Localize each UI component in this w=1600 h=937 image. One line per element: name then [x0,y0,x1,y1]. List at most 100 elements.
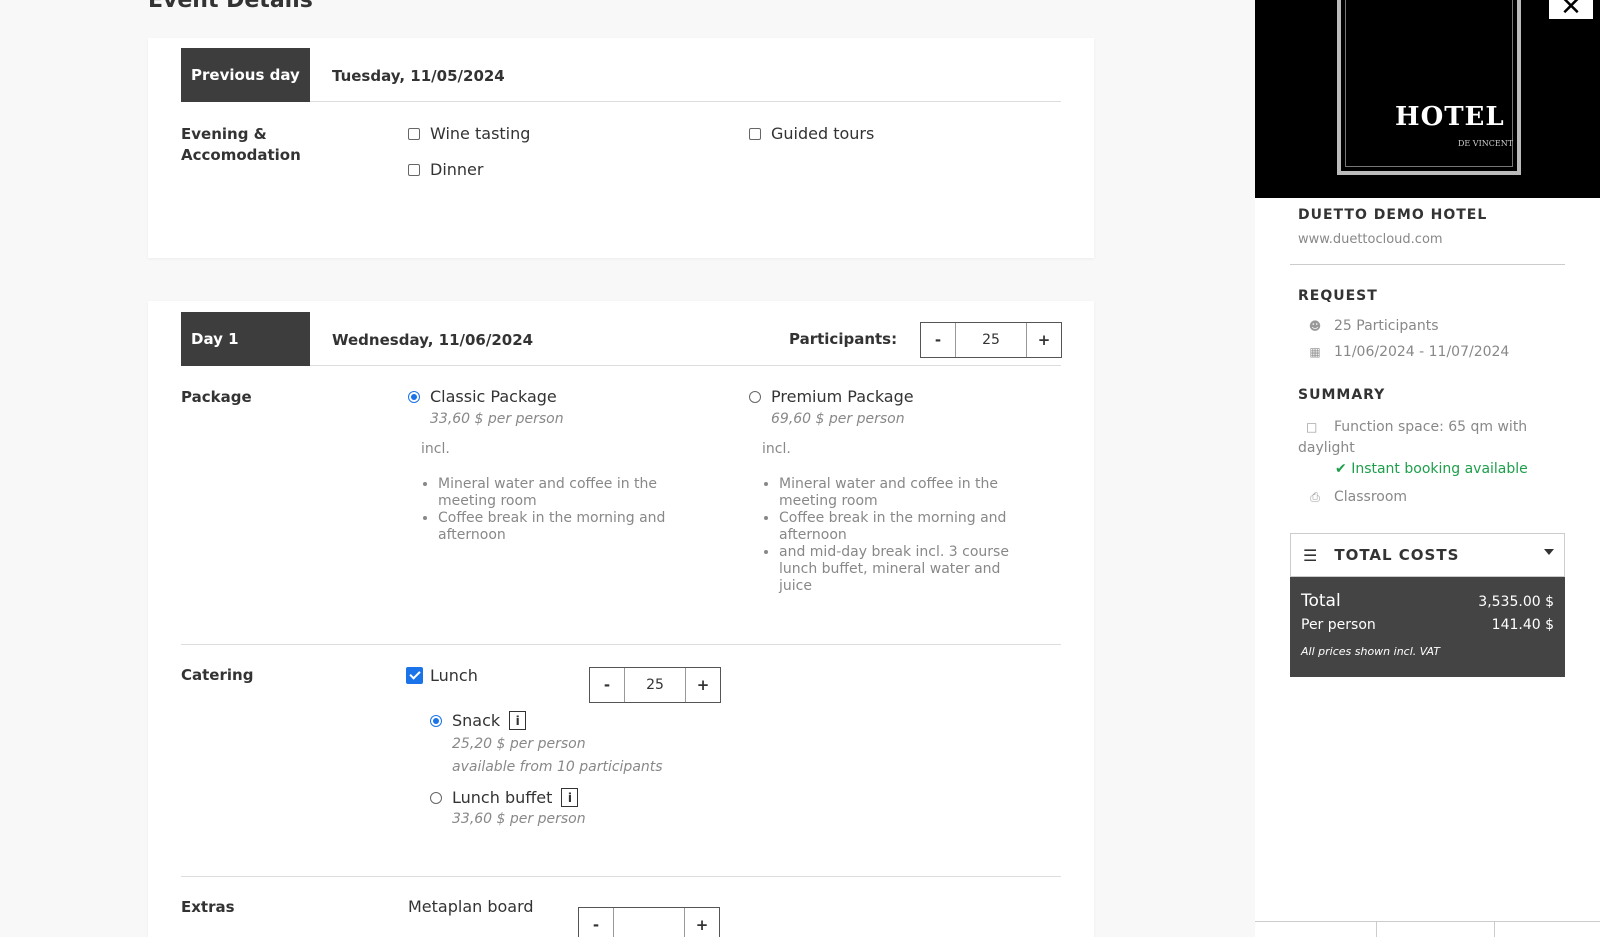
classic-package-items: Mineral water and coffee in the meeting … [421,476,691,544]
previous-day-header: Previous day Tuesday, 11/05/2024 [181,48,1061,102]
request-dates: ▦ 11/06/2024 - 11/07/2024 [1306,344,1509,360]
classic-package-incl: incl. [421,441,450,457]
day1-card: Day 1 Wednesday, 11/06/2024 Package Clas… [148,301,1094,937]
participants-decrement-button[interactable]: - [921,323,955,357]
snack-note: available from 10 participants [452,759,663,775]
instant-booking-text: Instant booking available [1351,461,1528,477]
hotel-image: HOTEL DE VINCENT ✕ [1255,0,1600,198]
total-value: 3,535.00 $ [1478,594,1554,610]
list-item: Mineral water and coffee in the meeting … [438,476,691,510]
page-title: Event Details [148,0,313,13]
info-icon[interactable]: i [561,788,579,807]
package-label: Package [181,388,252,406]
hotel-name: DUETTO DEMO HOTEL [1298,207,1488,223]
classic-package-price: 33,60 $ per person [430,411,564,427]
hotel-url[interactable]: www.duettocloud.com [1298,232,1443,247]
hotel-logo-sub: DE VINCENT [1458,139,1514,148]
participants-input[interactable]: 25 [955,323,1027,357]
sidebar-tabs [1255,921,1600,937]
seating-text: Classroom [1334,489,1408,505]
premium-package-option[interactable]: Premium Package [749,387,914,406]
snack-radio[interactable] [430,714,442,727]
wine-tasting-label: Wine tasting [430,124,531,143]
dinner-label: Dinner [430,160,484,179]
info-icon[interactable]: i [509,711,527,730]
expand-icon: □ [1306,420,1318,434]
lunch-buffet-price: 33,60 $ per person [452,811,586,827]
lunch-decrement-button[interactable]: - [590,668,624,702]
lunch-buffet-name: Lunch buffet [452,788,553,807]
request-participants: ☻ 25 Participants [1306,318,1439,334]
list-item: Coffee break in the morning and afternoo… [438,510,691,544]
dinner-option[interactable]: Dinner [408,160,483,179]
users-icon: ☻ [1308,319,1322,333]
previous-day-tag[interactable]: Previous day [181,48,310,102]
premium-package-radio[interactable] [749,390,761,403]
day1-tag[interactable]: Day 1 [181,312,310,366]
snack-option[interactable]: Snack i [430,711,527,730]
previous-day-date: Tuesday, 11/05/2024 [332,67,505,85]
lunch-quantity-input[interactable]: 25 [624,668,686,702]
divider [1494,921,1495,937]
total-costs-panel: Total 3,535.00 $ Per person 141.40 $ All… [1290,577,1565,677]
premium-package-incl: incl. [762,441,791,457]
metaplan-increment-button[interactable]: + [685,908,719,937]
previous-day-card: Previous day Tuesday, 11/05/2024 Evening… [148,38,1094,258]
function-space-text: Function space: 65 qm with daylight [1298,419,1528,456]
list-item: Coffee break in the morning and afternoo… [779,510,1032,544]
participants-stepper: - 25 + [920,322,1062,358]
vat-note: All prices shown incl. VAT [1301,645,1440,658]
function-space: □ Function space: 65 qm with daylight [1298,417,1558,459]
guided-tours-option[interactable]: Guided tours [749,124,874,143]
menu-icon: ☰ [1303,545,1319,565]
metaplan-quantity-stepper: - + [578,907,720,937]
lunch-option[interactable]: Lunch [406,666,478,685]
per-person-value: 141.40 $ [1491,617,1554,633]
summary-heading: SUMMARY [1298,387,1386,403]
snack-price: 25,20 $ per person [452,736,586,752]
guided-tours-label: Guided tours [771,124,875,143]
evening-accomodation-label: Evening & Accomodation [181,125,301,164]
request-heading: REQUEST [1298,288,1378,304]
divider [181,876,1061,877]
premium-package-name: Premium Package [771,387,914,406]
hotel-logo: HOTEL DE VINCENT [1337,0,1521,175]
metaplan-board-label: Metaplan board [408,897,534,916]
hotel-logo-word: HOTEL [1395,102,1505,132]
wine-tasting-checkbox[interactable] [408,127,420,140]
guided-tours-checkbox[interactable] [749,127,761,140]
list-item: and mid-day break incl. 3 course lunch b… [779,544,1032,595]
premium-package-price: 69,60 $ per person [771,411,905,427]
classic-package-name: Classic Package [430,387,557,406]
snack-name: Snack [452,711,501,730]
lunch-buffet-option[interactable]: Lunch buffet i [430,788,579,807]
total-label: Total [1301,591,1341,611]
booking-sidebar: HOTEL DE VINCENT ✕ DUETTO DEMO HOTEL www… [1255,0,1600,937]
total-costs-toggle[interactable]: ☰ TOTAL COSTS [1290,533,1565,577]
day1-date: Wednesday, 11/06/2024 [332,331,534,349]
wine-tasting-option[interactable]: Wine tasting [408,124,530,143]
divider [1376,921,1377,937]
metaplan-decrement-button[interactable]: - [579,908,613,937]
per-person-label: Per person [1301,617,1376,633]
lunch-label: Lunch [430,666,478,685]
lunch-checkbox[interactable] [406,667,423,684]
lunch-buffet-radio[interactable] [430,791,442,804]
check-icon: ✔ [1335,461,1347,477]
lunch-quantity-stepper: - 25 + [589,667,721,703]
premium-package-items: Mineral water and coffee in the meeting … [762,476,1032,595]
catering-label: Catering [181,666,254,684]
lunch-increment-button[interactable]: + [686,668,720,702]
classic-package-radio[interactable] [408,390,420,403]
request-dates-text: 11/06/2024 - 11/07/2024 [1334,344,1510,360]
chair-icon: ⎙ [1310,489,1320,504]
dinner-checkbox[interactable] [408,163,420,176]
metaplan-quantity-input[interactable] [613,908,685,937]
divider [181,644,1061,645]
close-icon[interactable]: ✕ [1549,0,1593,22]
classic-package-option[interactable]: Classic Package [408,387,557,406]
list-item: Mineral water and coffee in the meeting … [779,476,1032,510]
participants-increment-button[interactable]: + [1027,323,1061,357]
instant-booking-status: ✔ Instant booking available [1335,461,1528,477]
request-participants-text: 25 Participants [1334,318,1439,334]
